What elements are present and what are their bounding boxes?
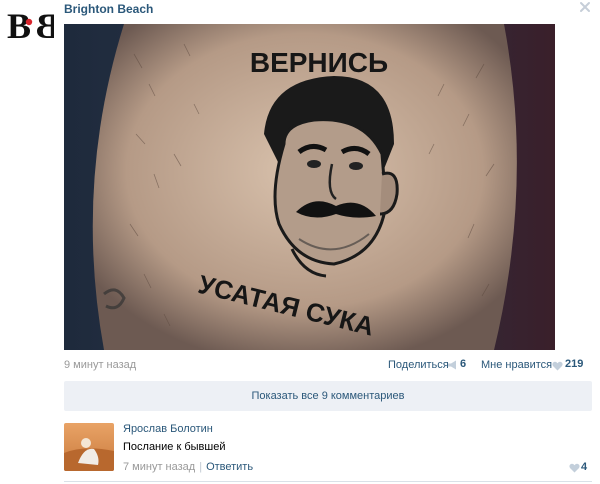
comment-time[interactable]: 7 минут назад	[123, 461, 195, 473]
share-count[interactable]: 6	[460, 358, 466, 370]
show-all-comments-button[interactable]: Показать все 9 комментариев	[64, 381, 592, 411]
comment-author-avatar[interactable]	[64, 423, 114, 471]
divider	[64, 481, 592, 482]
svg-text:B: B	[7, 8, 31, 42]
comment-separator: |	[199, 461, 203, 473]
comment-like-count[interactable]: 4	[581, 461, 587, 473]
comment-meta: 7 минут назад | Ответить	[123, 461, 253, 473]
tattoo-photo: ВЕРНИСЬ УСАТАЯ СУКА	[64, 24, 555, 350]
svg-text:B: B	[36, 8, 54, 42]
reply-button[interactable]: Ответить	[206, 461, 253, 473]
comment-item: Ярослав Болотин Послание к бывшей 7 мину…	[64, 421, 592, 477]
tattoo-text-top: ВЕРНИСЬ	[250, 47, 388, 78]
brighton-beach-logo: B B	[7, 6, 60, 46]
like-count[interactable]: 219	[565, 358, 583, 370]
comment-text: Послание к бывшей	[123, 441, 226, 453]
close-icon	[580, 2, 590, 12]
like-button[interactable]: Мне нравится	[481, 359, 552, 371]
post-photo[interactable]: ВЕРНИСЬ УСАТАЯ СУКА	[64, 24, 555, 350]
share-button[interactable]: Поделиться	[388, 359, 449, 371]
comment-author-link[interactable]: Ярослав Болотин	[123, 423, 213, 435]
heart-icon	[552, 361, 563, 371]
post-author-link[interactable]: Brighton Beach	[64, 2, 153, 16]
close-button[interactable]	[578, 0, 592, 14]
megaphone-icon	[448, 360, 456, 370]
post-time[interactable]: 9 минут назад	[64, 359, 136, 371]
heart-icon[interactable]	[569, 463, 580, 473]
avatar-photo	[64, 423, 114, 471]
post-meta-row: 9 минут назад Поделиться 6 Мне нравится …	[64, 358, 589, 374]
group-avatar-logo[interactable]: B B	[6, 6, 60, 46]
